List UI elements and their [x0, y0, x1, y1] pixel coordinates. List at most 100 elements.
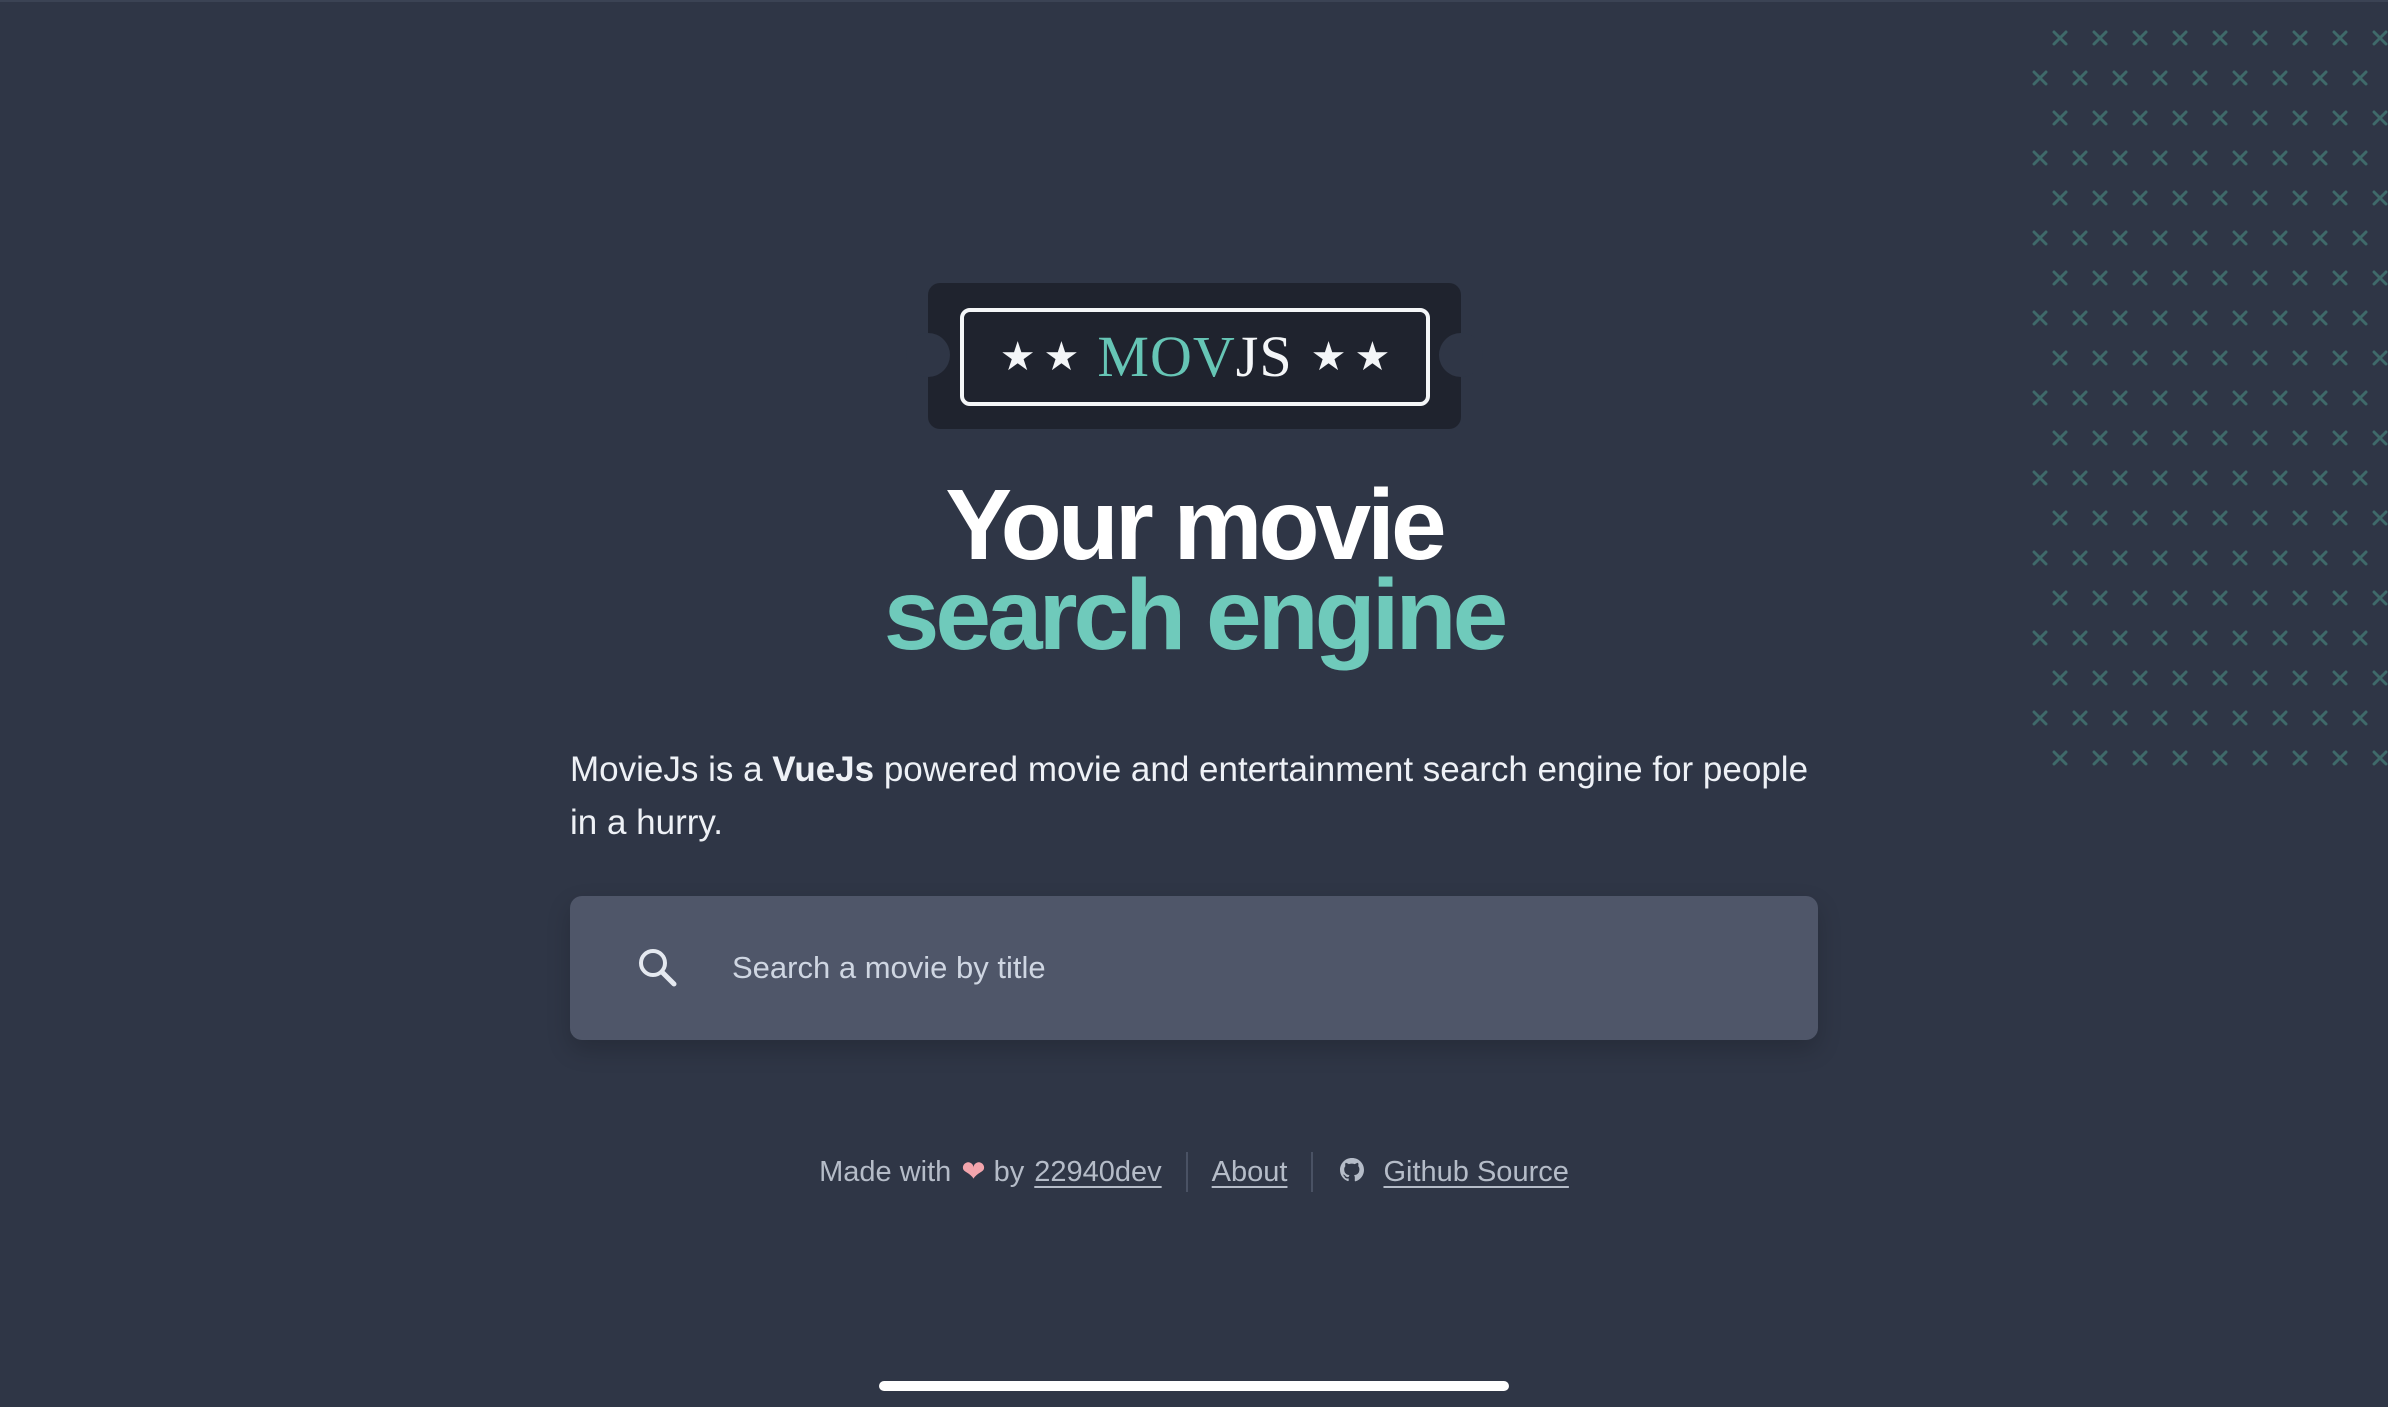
footer-by: by [993, 1155, 1025, 1188]
x-mark [2192, 150, 2208, 166]
x-mark [2092, 270, 2108, 286]
x-mark [2292, 30, 2308, 46]
x-mark [2292, 110, 2308, 126]
x-mark [2032, 710, 2048, 726]
description-framework: VueJs [772, 750, 875, 789]
x-mark [2212, 110, 2228, 126]
x-mark [2112, 70, 2128, 86]
x-mark [2112, 710, 2128, 726]
footer-made-with: Made with [819, 1155, 952, 1188]
x-mark [2272, 390, 2288, 406]
x-mark [2272, 230, 2288, 246]
x-mark [2372, 110, 2388, 126]
x-mark [2032, 390, 2048, 406]
x-mark [2332, 190, 2348, 206]
x-mark [2312, 390, 2328, 406]
x-mark [2372, 670, 2388, 686]
x-mark [2052, 430, 2068, 446]
logo-stars-right: ★ ★ [1311, 337, 1391, 377]
x-mark [2272, 150, 2288, 166]
x-mark [2192, 710, 2208, 726]
x-mark [2092, 350, 2108, 366]
x-mark [2332, 430, 2348, 446]
x-mark [2252, 30, 2268, 46]
x-mark [2132, 270, 2148, 286]
x-mark [2172, 270, 2188, 286]
x-mark [2212, 670, 2228, 686]
x-mark [2212, 750, 2228, 766]
x-mark [2312, 230, 2328, 246]
x-mark [2072, 230, 2088, 246]
star-icon: ★ [1310, 334, 1347, 380]
x-mark [2132, 190, 2148, 206]
x-mark [2152, 390, 2168, 406]
search-input[interactable] [732, 938, 1818, 998]
x-mark [2252, 670, 2268, 686]
x-mark [2172, 430, 2188, 446]
author-link[interactable]: 22940dev [1034, 1156, 1161, 1189]
x-mark [2092, 30, 2108, 46]
x-mark [2372, 350, 2388, 366]
x-mark [2132, 670, 2148, 686]
x-mark [2052, 110, 2068, 126]
github-source-link[interactable]: Github Source [1383, 1156, 1568, 1189]
x-mark [2072, 150, 2088, 166]
github-icon [1340, 1158, 1365, 1182]
x-mark [2132, 110, 2148, 126]
x-mark [2352, 710, 2368, 726]
x-mark [2172, 190, 2188, 206]
x-mark [2112, 390, 2128, 406]
x-mark [2092, 110, 2108, 126]
footer-divider [1311, 1152, 1314, 1192]
x-mark [2332, 350, 2348, 366]
x-mark [2212, 30, 2228, 46]
search-icon[interactable] [636, 946, 680, 990]
x-mark [2132, 350, 2148, 366]
github-group[interactable]: Github Source [1337, 1156, 1569, 1189]
x-mark [2352, 150, 2368, 166]
x-mark [2352, 310, 2368, 326]
heart-icon: ❤ [961, 1155, 986, 1188]
home-indicator [879, 1381, 1509, 1391]
x-mark [2052, 350, 2068, 366]
x-mark [2312, 70, 2328, 86]
x-mark [2372, 190, 2388, 206]
x-mark [2072, 390, 2088, 406]
description-text-start: MovieJs is a [570, 750, 773, 789]
x-mark [2032, 310, 2048, 326]
x-mark [2092, 190, 2108, 206]
x-mark [2252, 350, 2268, 366]
x-mark [2132, 30, 2148, 46]
x-mark [2192, 230, 2208, 246]
x-mark [2032, 150, 2048, 166]
x-mark [2252, 190, 2268, 206]
x-mark [2092, 750, 2108, 766]
footer-credit: Made with ❤ by 22940dev [819, 1156, 1162, 1189]
x-mark [2152, 310, 2168, 326]
x-mark [2292, 190, 2308, 206]
x-mark [2352, 230, 2368, 246]
x-mark [2092, 670, 2108, 686]
search-bar[interactable] [570, 896, 1818, 1040]
x-mark [2172, 670, 2188, 686]
x-mark [2312, 710, 2328, 726]
x-mark [2132, 430, 2148, 446]
logo-js-text: JS [1235, 324, 1293, 389]
x-mark [2292, 350, 2308, 366]
about-link[interactable]: About [1212, 1156, 1288, 1189]
x-mark [2152, 70, 2168, 86]
x-mark [2352, 390, 2368, 406]
x-mark [2292, 430, 2308, 446]
x-mark [2232, 710, 2248, 726]
x-mark [2032, 230, 2048, 246]
x-mark [2092, 430, 2108, 446]
logo-wordmark: MOVJS [1097, 328, 1292, 386]
x-mark [2172, 110, 2188, 126]
x-mark [2112, 310, 2128, 326]
x-mark [2372, 30, 2388, 46]
star-icon: ★ [1043, 334, 1080, 380]
top-border [0, 0, 2388, 2]
x-mark [2072, 710, 2088, 726]
x-mark [2312, 310, 2328, 326]
x-mark [2292, 270, 2308, 286]
